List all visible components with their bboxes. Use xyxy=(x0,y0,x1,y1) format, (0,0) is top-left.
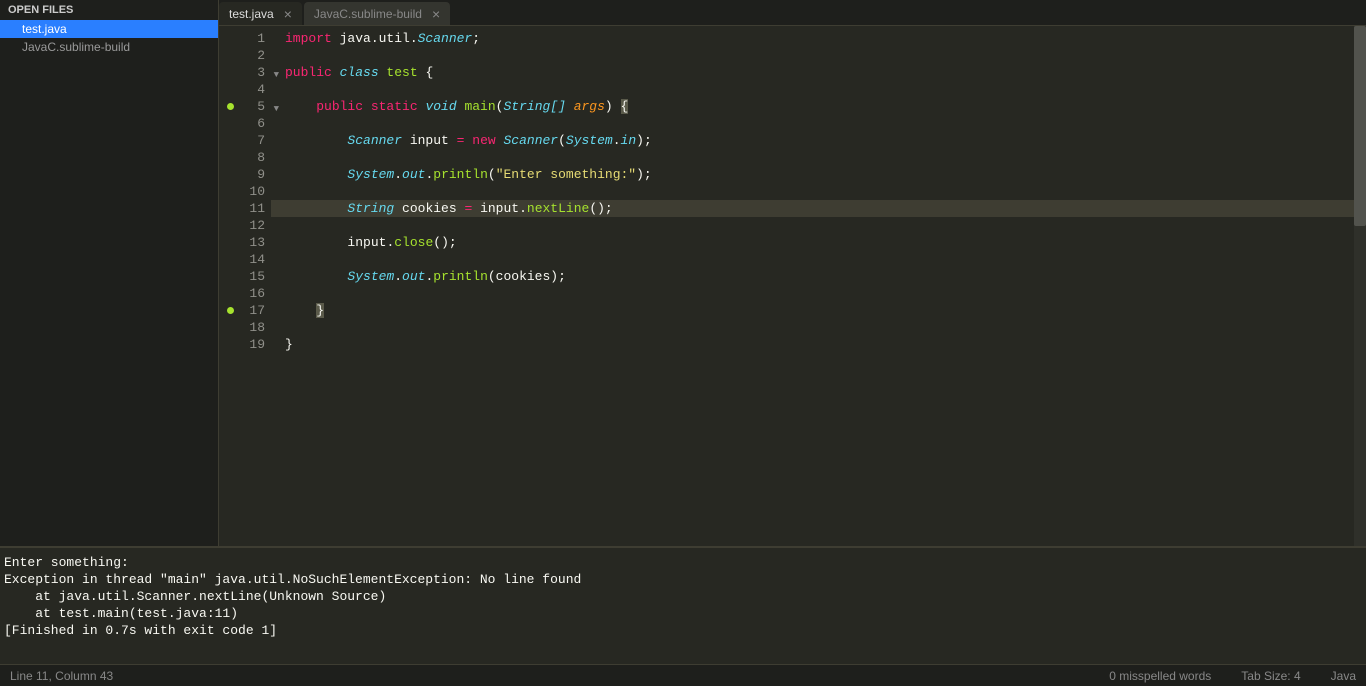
open-files-header: OPEN FILES xyxy=(0,0,218,20)
line-number[interactable]: 8 xyxy=(219,149,271,166)
gutter: 123▼45▼678910111213141516171819 xyxy=(219,26,271,546)
editor-pane: test.java×JavaC.sublime-build× 123▼45▼67… xyxy=(219,0,1366,546)
status-spellcheck[interactable]: 0 misspelled words xyxy=(1109,669,1211,683)
code-area[interactable]: import java.util.Scanner; public class t… xyxy=(271,26,1366,546)
code-line[interactable] xyxy=(285,251,1366,268)
status-cursor-position: Line 11, Column 43 xyxy=(10,669,1109,683)
sidebar-item-file[interactable]: test.java xyxy=(0,20,218,38)
scrollbar-track[interactable] xyxy=(1354,26,1366,546)
scrollbar-thumb[interactable] xyxy=(1354,26,1366,226)
line-number[interactable]: 7 xyxy=(219,132,271,149)
code-line[interactable] xyxy=(285,47,1366,64)
line-number[interactable]: 16 xyxy=(219,285,271,302)
sidebar: OPEN FILES test.javaJavaC.sublime-build xyxy=(0,0,219,546)
code-line[interactable]: } xyxy=(285,302,1366,319)
code-line[interactable]: input.close(); xyxy=(285,234,1366,251)
gutter-mark-icon xyxy=(227,103,234,110)
line-number[interactable]: 14 xyxy=(219,251,271,268)
code-line[interactable] xyxy=(285,217,1366,234)
editor[interactable]: 123▼45▼678910111213141516171819 import j… xyxy=(219,26,1366,546)
close-icon[interactable]: × xyxy=(432,6,440,22)
tab[interactable]: test.java × xyxy=(219,2,302,25)
tab-label: test.java xyxy=(229,7,274,21)
line-number[interactable]: 11 xyxy=(219,200,271,217)
code-line[interactable] xyxy=(285,149,1366,166)
line-number[interactable]: 2 xyxy=(219,47,271,64)
code-line[interactable]: } xyxy=(285,336,1366,353)
line-number[interactable]: 1 xyxy=(219,30,271,47)
code-line[interactable] xyxy=(285,319,1366,336)
line-number[interactable]: 18 xyxy=(219,319,271,336)
code-line[interactable]: Scanner input = new Scanner(System.in); xyxy=(285,132,1366,149)
close-icon[interactable]: × xyxy=(284,6,292,22)
code-line[interactable]: System.out.println(cookies); xyxy=(285,268,1366,285)
tab-label: JavaC.sublime-build xyxy=(314,7,422,21)
sidebar-item-file[interactable]: JavaC.sublime-build xyxy=(0,38,218,56)
console-output[interactable]: Enter something: Exception in thread "ma… xyxy=(0,546,1366,664)
gutter-mark-icon xyxy=(227,307,234,314)
code-line[interactable] xyxy=(285,183,1366,200)
code-line[interactable]: import java.util.Scanner; xyxy=(285,30,1366,47)
line-number[interactable]: 3▼ xyxy=(219,64,271,81)
status-tab-size[interactable]: Tab Size: 4 xyxy=(1241,669,1300,683)
code-line[interactable]: System.out.println("Enter something:"); xyxy=(285,166,1366,183)
line-number[interactable]: 10 xyxy=(219,183,271,200)
line-number[interactable]: 17 xyxy=(219,302,271,319)
line-number[interactable]: 12 xyxy=(219,217,271,234)
code-line[interactable] xyxy=(285,81,1366,98)
tab-bar: test.java × JavaC.sublime-build × xyxy=(219,0,1366,26)
status-bar: Line 11, Column 43 0 misspelled words Ta… xyxy=(0,664,1366,686)
code-line[interactable] xyxy=(285,115,1366,132)
line-number[interactable]: 15 xyxy=(219,268,271,285)
code-line[interactable]: public class test { xyxy=(285,64,1366,81)
line-number[interactable]: 5▼ xyxy=(219,98,271,115)
tab[interactable]: JavaC.sublime-build × xyxy=(304,2,450,25)
line-number[interactable]: 13 xyxy=(219,234,271,251)
code-line[interactable]: String cookies = input.nextLine(); xyxy=(271,200,1366,217)
code-line[interactable]: public static void main(String[] args) { xyxy=(285,98,1366,115)
status-language[interactable]: Java xyxy=(1331,669,1356,683)
line-number[interactable]: 6 xyxy=(219,115,271,132)
line-number[interactable]: 4 xyxy=(219,81,271,98)
line-number[interactable]: 9 xyxy=(219,166,271,183)
code-line[interactable] xyxy=(285,285,1366,302)
line-number[interactable]: 19 xyxy=(219,336,271,353)
